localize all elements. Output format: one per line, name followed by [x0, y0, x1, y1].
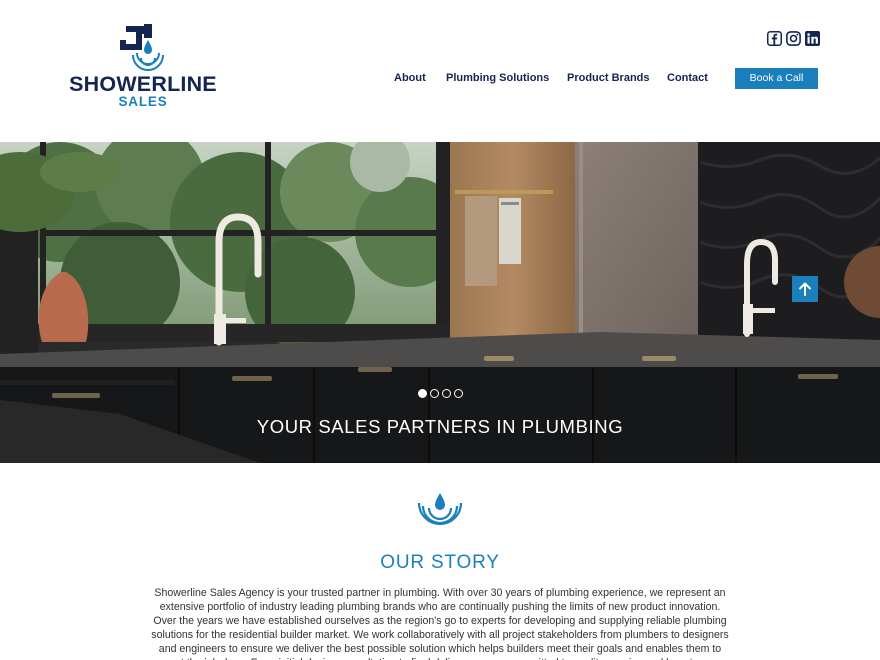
slider-dot-3[interactable] — [442, 389, 451, 398]
slider-dot-1[interactable] — [418, 389, 427, 398]
faucet-drop-logo-icon — [120, 24, 164, 71]
logo[interactable]: SHOWERLINE SALES — [64, 20, 224, 112]
instagram-icon[interactable] — [786, 31, 801, 46]
hero-caption: YOUR SALES PARTNERS IN PLUMBING — [256, 416, 624, 437]
logo-subtitle: SALES — [118, 94, 168, 109]
slider-dot-4[interactable] — [454, 389, 463, 398]
nav-product-brands[interactable]: Product Brands — [567, 70, 650, 86]
our-story-body: Showerline Sales Agency is your trusted … — [151, 587, 729, 660]
our-story-heading: OUR STORY — [380, 552, 500, 573]
nav-about[interactable]: About — [394, 70, 426, 86]
hero-kitchen-image — [0, 142, 880, 463]
social-links — [767, 31, 820, 46]
arrow-up-icon — [799, 282, 811, 296]
site-header: SHOWERLINE SALES About Plumbing Solution… — [0, 0, 880, 142]
linkedin-icon[interactable] — [805, 31, 820, 46]
book-a-call-button[interactable]: Book a Call — [735, 68, 818, 89]
hero-slider: YOUR SALES PARTNERS IN PLUMBING — [0, 142, 880, 463]
slider-dots — [418, 389, 463, 398]
slider-dot-2[interactable] — [430, 389, 439, 398]
facebook-icon[interactable] — [767, 31, 782, 46]
scroll-to-top-button[interactable] — [792, 276, 818, 302]
nav-plumbing-solutions[interactable]: Plumbing Solutions — [446, 70, 549, 86]
water-drop-ripple-icon — [417, 493, 463, 526]
nav-contact[interactable]: Contact — [667, 70, 708, 86]
